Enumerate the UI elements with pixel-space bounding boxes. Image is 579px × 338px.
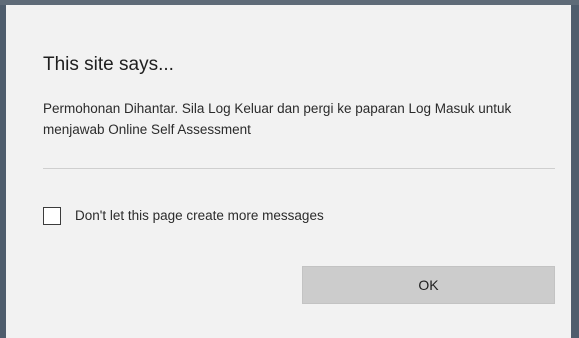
ok-button[interactable]: OK (302, 266, 555, 304)
suppress-messages-checkbox[interactable] (43, 207, 61, 225)
alert-dialog: This site says... Permohonan Dihantar. S… (6, 5, 571, 338)
dialog-title: This site says... (43, 54, 174, 75)
dialog-message: Permohonan Dihantar. Sila Log Keluar dan… (43, 101, 512, 137)
window-right-edge (571, 5, 579, 338)
divider (43, 168, 555, 169)
suppress-messages-label[interactable]: Don't let this page create more messages (75, 208, 324, 223)
ok-button-label: OK (418, 277, 439, 293)
